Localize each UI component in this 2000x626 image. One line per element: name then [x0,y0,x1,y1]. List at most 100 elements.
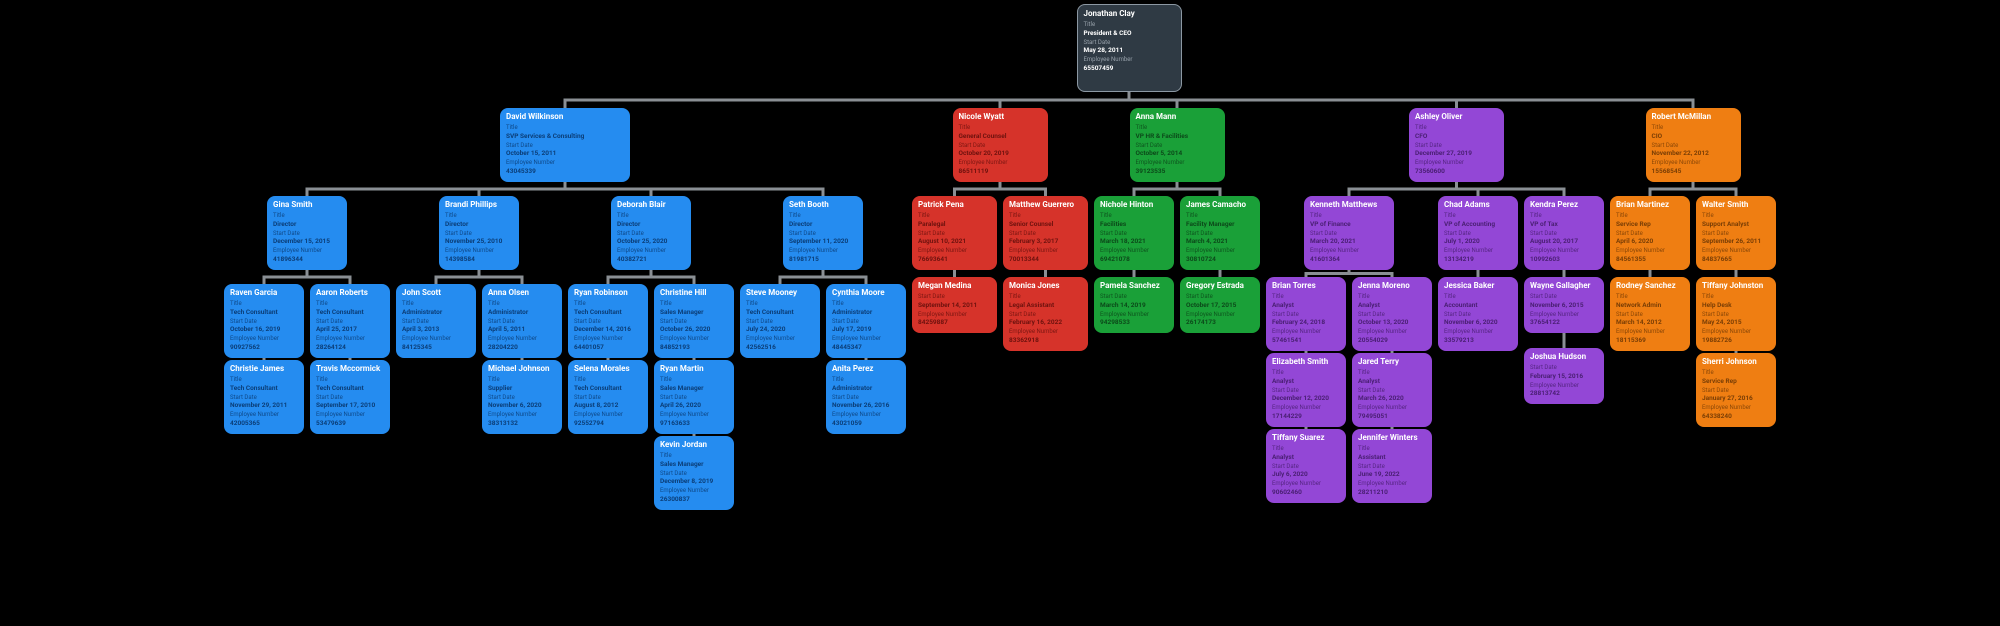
org-node-patrickp[interactable]: Patrick PenaTitleParalegalStart DateAugu… [912,196,997,270]
person-name: Tiffany Suarez [1272,433,1340,443]
org-node-christineh[interactable]: Christine HillTitleSales ManagerStart Da… [654,284,734,358]
value-emp: 28204220 [488,343,556,351]
org-node-selena[interactable]: Selena MoralesTitleTech ConsultantStart … [568,360,648,434]
person-name: Brian Torres [1272,281,1340,291]
org-node-ashley[interactable]: Ashley OliverTitleCFOStart DateDecember … [1409,108,1504,182]
label-start: Start Date [918,293,991,301]
person-name: David Wilkinson [506,112,624,122]
value-start: August 20, 2017 [1530,237,1598,245]
value-title: Accountant [1444,301,1512,309]
org-node-matthewg[interactable]: Matthew GuerreroTitleSenior CounselStart… [1003,196,1088,270]
value-start: December 15, 2015 [273,237,341,245]
org-node-jamesc[interactable]: James CamachoTitleFacility ManagerStart … [1180,196,1260,270]
value-emp: 65507459 [1084,64,1175,72]
org-node-christie[interactable]: Christie JamesTitleTech ConsultantStart … [224,360,304,434]
value-start: October 25, 2020 [617,237,685,245]
label-start: Start Date [1358,387,1426,395]
org-node-anitap[interactable]: Anita PerezTitleAdministratorStart DateN… [826,360,906,434]
org-node-nicholeh[interactable]: Nichole HintonTitleFacilitiesStart DateM… [1094,196,1174,270]
person-name: Aaron Roberts [316,288,384,298]
label-start: Start Date [918,230,991,238]
value-start: November 6, 2015 [1530,301,1598,309]
label-emp: Employee Number [660,335,728,343]
org-node-gina[interactable]: Gina SmithTitleDirectorStart DateDecembe… [267,196,347,270]
org-node-jonathan[interactable]: Jonathan ClayTitlePresident & CEOStart D… [1077,4,1182,92]
value-emp: 86511119 [959,167,1042,175]
org-node-ryanm[interactable]: Ryan MartinTitleSales ManagerStart DateA… [654,360,734,434]
value-start: November 6, 2020 [488,401,556,409]
value-emp: 43045339 [506,167,624,175]
org-node-raven[interactable]: Raven GarciaTitleTech ConsultantStart Da… [224,284,304,358]
org-node-travis[interactable]: Travis MccormickTitleTech ConsultantStar… [310,360,390,434]
org-node-wayneg[interactable]: Wayne GallagherStart DateNovember 6, 201… [1524,277,1604,333]
org-node-kevinj[interactable]: Kevin JordanTitleSales ManagerStart Date… [654,436,734,510]
label-emp: Employee Number [230,335,298,343]
org-node-brianm[interactable]: Brian MartinezTitleService RepStart Date… [1610,196,1690,270]
org-node-gregorye[interactable]: Gregory EstradaStart DateOctober 17, 201… [1180,277,1260,333]
person-name: Matthew Guerrero [1009,200,1082,210]
org-node-david[interactable]: David WilkinsonTitleSVP Services & Consu… [500,108,630,182]
label-emp: Employee Number [316,411,384,419]
org-node-rodneys[interactable]: Rodney SanchezTitleNetwork AdminStart Da… [1610,277,1690,351]
value-emp: 42562516 [746,343,814,351]
label-title: Title [660,300,728,308]
org-node-briant[interactable]: Brian TorresTitleAnalystStart DateFebrua… [1266,277,1346,351]
org-node-stevem[interactable]: Steve MooneyTitleTech ConsultantStart Da… [740,284,820,358]
org-node-pamelas[interactable]: Pamela SanchezStart DateMarch 14, 2019Em… [1094,277,1174,333]
org-node-joshuah[interactable]: Joshua HudsonStart DateFebruary 15, 2016… [1524,348,1604,404]
org-node-jaredt[interactable]: Jared TerryTitleAnalystStart DateMarch 2… [1352,353,1432,427]
org-node-seth[interactable]: Seth BoothTitleDirectorStart DateSeptemb… [783,196,863,270]
label-title: Title [1358,293,1426,301]
person-name: Christine Hill [660,288,728,298]
value-emp: 83362918 [1009,336,1082,344]
org-node-jenniferw[interactable]: Jennifer WintersTitleAssistantStart Date… [1352,429,1432,503]
label-emp: Employee Number [918,247,991,255]
label-emp: Employee Number [1616,247,1684,255]
org-node-jessicab[interactable]: Jessica BakerTitleAccountantStart DateNo… [1438,277,1518,351]
org-node-brandi[interactable]: Brandi PhillipsTitleDirectorStart DateNo… [439,196,519,270]
label-start: Start Date [1100,230,1168,238]
org-node-nicole[interactable]: Nicole WyattTitleGeneral CounselStart Da… [953,108,1048,182]
org-node-elizabeths[interactable]: Elizabeth SmithTitleAnalystStart DateDec… [1266,353,1346,427]
value-start: October 13, 2020 [1358,318,1426,326]
org-node-kendrap[interactable]: Kendra PerezTitleVP of TaxStart DateAugu… [1524,196,1604,270]
org-node-tiffanyj[interactable]: Tiffany JohnstonTitleHelp DeskStart Date… [1696,277,1776,351]
value-start: November 6, 2020 [1444,318,1512,326]
org-node-jennam[interactable]: Jenna MorenoTitleAnalystStart DateOctobe… [1352,277,1432,351]
org-node-chada[interactable]: Chad AdamsTitleVP of AccountingStart Dat… [1438,196,1518,270]
org-node-meganm[interactable]: Megan MedinaStart DateSeptember 14, 2011… [912,277,997,333]
org-node-annam[interactable]: Anna MannTitleVP HR & FacilitiesStart Da… [1130,108,1225,182]
org-node-aaron[interactable]: Aaron RobertsTitleTech ConsultantStart D… [310,284,390,358]
org-node-kennethm[interactable]: Kenneth MatthewsTitleVP of FinanceStart … [1304,196,1394,270]
org-node-deborah[interactable]: Deborah BlairTitleDirectorStart DateOcto… [611,196,691,270]
org-node-walters[interactable]: Walter SmithTitleSupport AnalystStart Da… [1696,196,1776,270]
org-node-monicaj[interactable]: Monica JonesTitleLegal AssistantStart Da… [1003,277,1088,351]
org-node-tiffanys[interactable]: Tiffany SuarezTitleAnalystStart DateJuly… [1266,429,1346,503]
label-emp: Employee Number [1652,159,1735,167]
org-node-annao[interactable]: Anna OlsenTitleAdministratorStart DateAp… [482,284,562,358]
person-name: Kenneth Matthews [1310,200,1388,210]
label-emp: Employee Number [445,247,513,255]
org-node-robertm[interactable]: Robert McMillanTitleCIOStart DateNovembe… [1646,108,1741,182]
org-node-cynthiam[interactable]: Cynthia MooreTitleAdministratorStart Dat… [826,284,906,358]
value-emp: 28211210 [1358,488,1426,496]
person-name: Brian Martinez [1616,200,1684,210]
org-node-johns[interactable]: John ScottTitleAdministratorStart DateAp… [396,284,476,358]
person-name: Jessica Baker [1444,281,1512,291]
person-name: Sherri Johnson [1702,357,1770,367]
value-emp: 81981715 [789,255,857,263]
person-name: Megan Medina [918,281,991,291]
org-node-michaelj[interactable]: Michael JohnsonTitleSupplierStart DateNo… [482,360,562,434]
org-node-ryanr[interactable]: Ryan RobinsonTitleTech ConsultantStart D… [568,284,648,358]
value-start: April 25, 2017 [316,325,384,333]
org-node-sherrij[interactable]: Sherri JohnsonTitleService RepStart Date… [1696,353,1776,427]
label-title: Title [488,376,556,384]
value-emp: 84561355 [1616,255,1684,263]
value-emp: 40382721 [617,255,685,263]
label-emp: Employee Number [1272,404,1340,412]
value-start: November 29, 2011 [230,401,298,409]
person-name: John Scott [402,288,470,298]
label-title: Title [1100,212,1168,220]
person-name: Christie James [230,364,298,374]
value-title: Facility Manager [1186,220,1254,228]
